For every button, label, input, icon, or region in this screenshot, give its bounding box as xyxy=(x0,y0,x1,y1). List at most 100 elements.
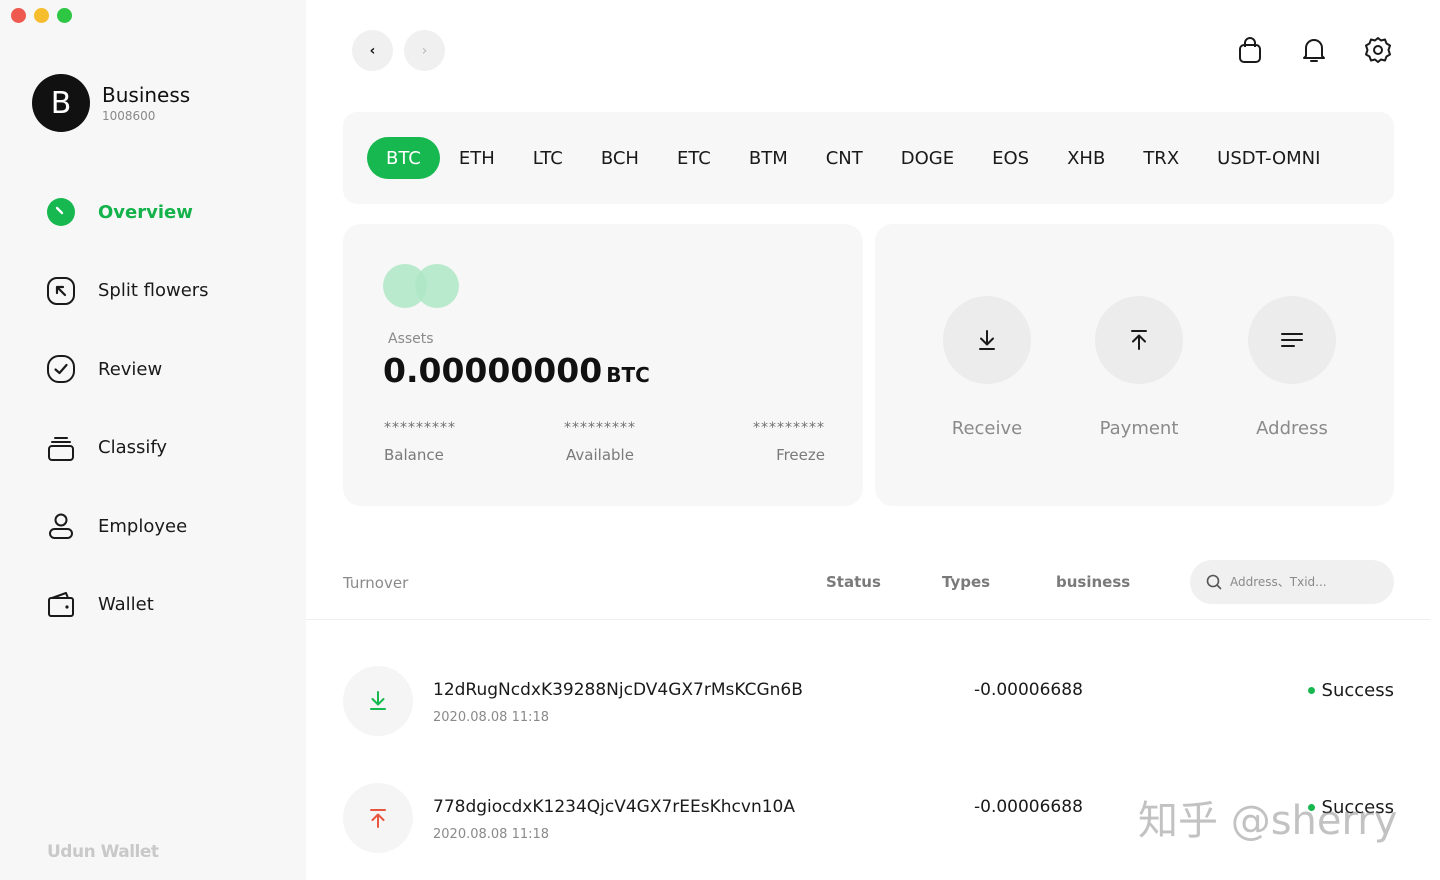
assets-value: 0.00000000 BTC xyxy=(383,351,650,390)
freeze-value: ********* xyxy=(753,420,825,436)
minimize-window-button[interactable] xyxy=(34,8,49,23)
check-circle-icon xyxy=(46,354,76,384)
send-direction-icon xyxy=(343,783,413,853)
tab-etc[interactable]: ETC xyxy=(658,137,730,179)
profile-name: Business xyxy=(102,83,191,107)
assets-unit: BTC xyxy=(606,363,650,387)
balance-label: Balance xyxy=(384,446,444,464)
coin-logo-icon xyxy=(383,264,463,308)
available-value: ********* xyxy=(564,420,636,436)
notification-button[interactable] xyxy=(1298,34,1330,66)
user-icon xyxy=(46,511,76,541)
tab-ltc[interactable]: LTC xyxy=(514,137,582,179)
business-filter[interactable]: business xyxy=(1056,573,1130,591)
tab-trx[interactable]: TRX xyxy=(1124,137,1198,179)
search-icon xyxy=(1206,574,1222,590)
sidebar-item-employee[interactable]: Employee xyxy=(46,508,209,544)
tab-eth[interactable]: ETH xyxy=(440,137,514,179)
sidebar: B Business 1008600 Overview Split flower… xyxy=(0,0,306,880)
sidebar-item-label: Review xyxy=(98,358,163,380)
actions-card: Receive Payment Address xyxy=(875,224,1394,506)
tab-cnt[interactable]: CNT xyxy=(807,137,882,179)
table-row[interactable]: 12dRugNcdxK39288NjcDV4GX7rMsKCGn6B 2020.… xyxy=(343,666,1394,736)
download-icon xyxy=(979,330,995,350)
gear-icon xyxy=(1365,37,1391,63)
settings-button[interactable] xyxy=(1362,34,1394,66)
watermark: 知乎 @sherry xyxy=(1138,798,1398,844)
assets-card: Assets 0.00000000 BTC ********* Balance *… xyxy=(343,224,863,506)
balance-value: ********* xyxy=(384,420,456,436)
status-dot-icon xyxy=(1307,687,1315,694)
sidebar-item-wallet[interactable]: Wallet xyxy=(46,587,209,623)
assets-amount: 0.00000000 xyxy=(383,351,603,390)
list-icon xyxy=(1281,333,1303,347)
receive-direction-icon xyxy=(343,666,413,736)
status-text: Success xyxy=(1321,680,1394,701)
bell-icon xyxy=(1303,39,1325,62)
tx-amount: -0.00006688 xyxy=(974,680,1083,700)
receive-action[interactable]: Receive xyxy=(927,296,1047,439)
avatar: B xyxy=(32,74,90,132)
window-controls xyxy=(11,8,72,23)
tx-time: 2020.08.08 11:18 xyxy=(433,827,550,842)
back-button[interactable]: ‹ xyxy=(352,30,393,71)
receive-button[interactable] xyxy=(943,296,1031,384)
tab-bch[interactable]: BCH xyxy=(582,137,658,179)
tab-xhb[interactable]: XHB xyxy=(1048,137,1124,179)
payment-label: Payment xyxy=(1099,418,1179,439)
turnover-label: Turnover xyxy=(343,574,409,592)
sidebar-item-review[interactable]: Review xyxy=(46,351,209,387)
tab-eos[interactable]: EOS xyxy=(973,137,1048,179)
tab-btm[interactable]: BTM xyxy=(730,137,807,179)
payment-action[interactable]: Payment xyxy=(1079,296,1199,439)
sidebar-item-label: Overview xyxy=(98,201,193,223)
balance-stat: ********* Balance xyxy=(384,420,456,464)
search-input[interactable] xyxy=(1230,575,1380,589)
address-action[interactable]: Address xyxy=(1232,296,1352,439)
wallet-icon xyxy=(46,590,76,620)
bag-icon xyxy=(1239,37,1261,63)
close-window-button[interactable] xyxy=(11,8,26,23)
address-label: Address xyxy=(1256,418,1328,439)
split-arrow-icon xyxy=(46,276,76,306)
sidebar-item-label: Classify xyxy=(98,437,168,459)
tx-time: 2020.08.08 11:18 xyxy=(433,710,550,725)
tx-hash[interactable]: 778dgiocdxK1234QjcV4GX7rEEsKhcvn10A xyxy=(433,797,795,817)
chevron-left-icon: ‹ xyxy=(369,42,376,59)
forward-button[interactable]: › xyxy=(404,30,445,71)
tab-btc[interactable]: BTC xyxy=(367,137,440,179)
profile-id: 1008600 xyxy=(102,109,156,123)
tx-amount: -0.00006688 xyxy=(974,797,1083,817)
types-filter[interactable]: Types xyxy=(942,573,990,591)
bag-button[interactable] xyxy=(1234,34,1266,66)
receive-label: Receive xyxy=(951,418,1023,439)
maximize-window-button[interactable] xyxy=(57,8,72,23)
overview-icon xyxy=(46,197,76,227)
freeze-stat: ********* Freeze xyxy=(753,420,825,464)
chevron-right-icon: › xyxy=(421,42,428,59)
tab-doge[interactable]: DOGE xyxy=(882,137,973,179)
status-badge: Success xyxy=(1307,680,1394,701)
sidebar-item-label: Employee xyxy=(98,515,188,537)
sidebar-item-split-flowers[interactable]: Split flowers xyxy=(46,273,209,309)
freeze-label: Freeze xyxy=(776,446,825,464)
sidebar-item-overview[interactable]: Overview xyxy=(46,194,209,230)
sidebar-item-label: Wallet xyxy=(98,594,154,616)
upload-icon xyxy=(1131,330,1147,350)
assets-label: Assets xyxy=(388,331,434,347)
tab-usdt-omni[interactable]: USDT-OMNI xyxy=(1198,137,1339,179)
sidebar-nav: Overview Split flowers Review Classify E… xyxy=(46,194,209,666)
stack-icon xyxy=(46,433,76,463)
available-stat: ********* Available xyxy=(564,420,636,464)
sidebar-item-classify[interactable]: Classify xyxy=(46,430,209,466)
sidebar-item-label: Split flowers xyxy=(98,280,209,302)
address-button[interactable] xyxy=(1248,296,1336,384)
divider xyxy=(306,619,1430,620)
payment-button[interactable] xyxy=(1095,296,1183,384)
profile[interactable]: B Business 1008600 xyxy=(32,74,190,132)
search-box[interactable] xyxy=(1190,560,1394,604)
available-label: Available xyxy=(566,446,634,464)
brand-logo: Udun Wallet xyxy=(47,842,159,862)
status-filter[interactable]: Status xyxy=(826,573,881,591)
tx-hash[interactable]: 12dRugNcdxK39288NjcDV4GX7rMsKCGn6B xyxy=(433,680,803,700)
